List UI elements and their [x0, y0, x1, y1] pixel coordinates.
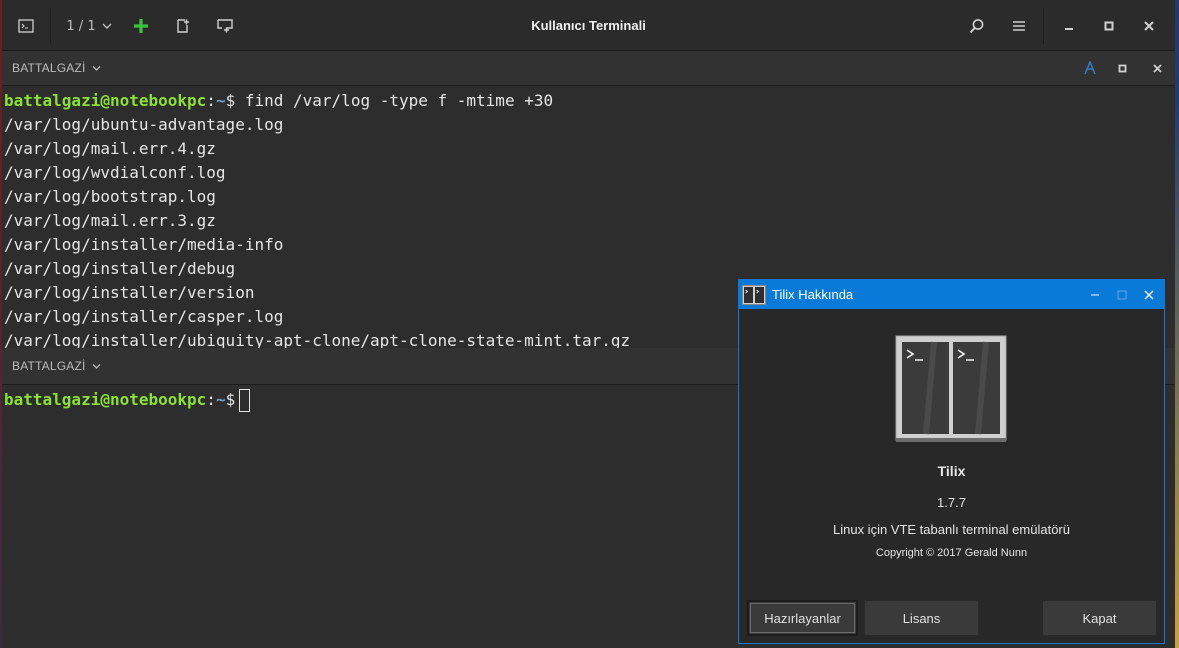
- chevron-down-icon: [92, 65, 101, 71]
- session-switcher[interactable]: 1 / 1: [58, 9, 120, 43]
- credits-button[interactable]: Hazırlayanlar: [747, 600, 858, 636]
- output-line: /var/log/wvdialconf.log: [4, 163, 226, 182]
- split-right-icon: [177, 19, 189, 33]
- pane-title-menu[interactable]: BATTALGAZİ: [12, 359, 101, 373]
- chevron-down-icon: [92, 363, 101, 369]
- dialog-minimize-button[interactable]: [1081, 280, 1109, 309]
- split-right-button[interactable]: [168, 9, 198, 43]
- output-line: /var/log/mail.err.4.gz: [4, 139, 216, 158]
- app-version: 1.7.7: [937, 495, 966, 510]
- header-bar: 1 / 1 Kullanıcı Terminali: [2, 0, 1175, 51]
- maximize-button[interactable]: [1092, 9, 1126, 43]
- maximize-icon: [1104, 21, 1114, 31]
- terminal-cursor: [239, 389, 251, 412]
- dialog-maximize-button[interactable]: [1108, 280, 1136, 309]
- app-name: Tilix: [937, 463, 966, 479]
- pane-maximize-button[interactable]: [1112, 58, 1132, 78]
- sidebar-toggle-button[interactable]: [2, 9, 50, 43]
- close-dialog-button[interactable]: Kapat: [1042, 600, 1157, 636]
- tilix-logo-icon: [895, 335, 1007, 442]
- terminal-pane-header: BATTALGAZİ: [2, 51, 1175, 86]
- license-button[interactable]: Lisans: [864, 600, 979, 636]
- minimize-icon: [1091, 293, 1099, 296]
- minimize-icon: [1065, 28, 1073, 30]
- dialog-close-button[interactable]: [1135, 280, 1163, 309]
- hamburger-icon: [1013, 21, 1025, 31]
- close-icon: [1144, 290, 1154, 299]
- output-line: /var/log/installer/debug: [4, 259, 236, 278]
- pane-title-menu[interactable]: BATTALGAZİ: [12, 61, 101, 75]
- add-session-button[interactable]: [126, 9, 156, 43]
- app-copyright: Copyright © 2017 Gerald Nunn: [875, 547, 1028, 559]
- maximize-icon: [1117, 290, 1127, 299]
- minimize-button[interactable]: [1052, 9, 1086, 43]
- font-a-icon: [1084, 61, 1096, 75]
- sidebar-toggle-icon: [18, 19, 34, 33]
- maximize-icon: [1118, 64, 1126, 72]
- split-down-button[interactable]: [210, 9, 240, 43]
- search-icon: [969, 19, 984, 34]
- pane-close-button[interactable]: [1147, 58, 1167, 78]
- close-icon: [1144, 21, 1154, 31]
- output-line: /var/log/mail.err.3.gz: [4, 211, 216, 230]
- search-button[interactable]: [960, 9, 994, 43]
- session-counter: 1 / 1: [66, 18, 96, 34]
- about-dialog: Tilix Hakkında Tilix 1.7.7 Linux için VT…: [738, 279, 1165, 644]
- about-dialog-body: Tilix 1.7.7 Linux için VTE tabanlı termi…: [739, 309, 1164, 643]
- menu-button[interactable]: [1002, 9, 1036, 43]
- command-line: battalgazi@notebookpc:~$ find /var/log -…: [4, 91, 554, 110]
- chevron-down-icon: [102, 23, 112, 29]
- output-line: /var/log/installer/media-info: [4, 235, 284, 254]
- tilix-app-icon: [742, 284, 766, 305]
- split-down-icon: [217, 19, 233, 33]
- close-button[interactable]: [1132, 9, 1166, 43]
- read-only-toggle[interactable]: [1080, 58, 1100, 78]
- about-dialog-titlebar: Tilix Hakkında: [739, 280, 1164, 309]
- pane-title: BATTALGAZİ: [12, 61, 86, 75]
- plus-icon: [134, 19, 148, 33]
- pane-title: BATTALGAZİ: [12, 359, 86, 373]
- output-line: /var/log/ubuntu-advantage.log: [4, 115, 284, 134]
- close-icon: [1152, 63, 1162, 73]
- about-dialog-title: Tilix Hakkında: [772, 287, 854, 302]
- app-description: Linux için VTE tabanlı terminal emülatör…: [832, 522, 1070, 537]
- output-line: /var/log/bootstrap.log: [4, 187, 216, 206]
